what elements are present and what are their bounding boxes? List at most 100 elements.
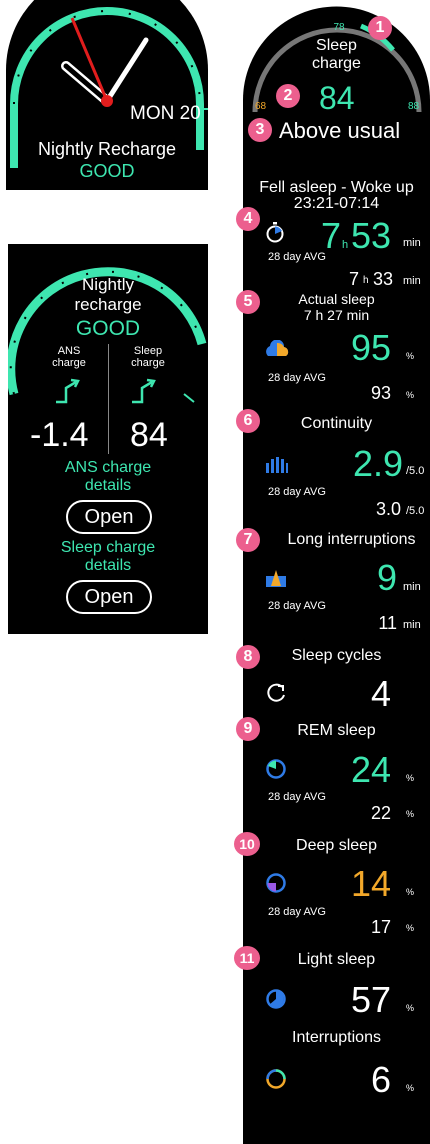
- light-unit: %: [406, 1003, 415, 1013]
- sleep-value: 84: [130, 416, 168, 454]
- continuity-avg-value: 3.0: [375, 499, 401, 519]
- rem-avg-unit: %: [406, 809, 415, 819]
- ans-details-label-1: ANS charge: [64, 459, 152, 476]
- sleep-charge-title-1: Sleep: [316, 37, 357, 54]
- continuity-label: Continuity: [300, 415, 373, 432]
- sleep-charge-label-1: Sleep: [133, 345, 163, 357]
- light-value: 57: [350, 979, 391, 1020]
- actual-sleep-value: 7 h 27 min: [303, 307, 370, 323]
- sleep-charge-status: Above usual: [279, 118, 401, 143]
- deep-sleep-icon: [266, 873, 286, 893]
- deep-sleep-label: Deep sleep: [296, 837, 377, 854]
- callout-badge-2: 2: [276, 84, 300, 108]
- ans-value: -1.4: [30, 416, 89, 454]
- interruptions-unit: %: [406, 1083, 415, 1093]
- watch-face-nightly-recharge: MON 20 Nightly Recharge GOOD: [6, 0, 208, 190]
- duration-avg-h: h: [363, 275, 369, 286]
- light-sleep-icon: [266, 989, 286, 1009]
- duration-avg-minutes: 33: [373, 269, 394, 289]
- sleep-charge-title-2: charge: [312, 55, 361, 72]
- interruptions-label: Interruptions: [292, 1029, 381, 1046]
- callout-badge-4: 4: [236, 207, 260, 231]
- rem-unit: %: [406, 773, 415, 783]
- actual-unit: %: [406, 351, 415, 361]
- nightly-status: GOOD: [75, 317, 141, 340]
- date-label: MON 20: [130, 103, 201, 124]
- duration-unit: min: [403, 237, 421, 249]
- continuity-icon: [266, 457, 288, 473]
- rem-sleep-label: REM sleep: [297, 722, 376, 739]
- duration-avg-unit: min: [403, 275, 421, 287]
- callout-badge-9: 9: [236, 717, 260, 741]
- duration-avg-label: 28 day AVG: [268, 251, 326, 263]
- sleep-cycles-label: Sleep cycles: [291, 647, 382, 664]
- open-ans-details-button[interactable]: Open: [66, 500, 152, 534]
- fell-asleep-label: Fell asleep - Woke up: [259, 179, 414, 196]
- nightly-recharge-title: Nightly Recharge: [37, 139, 177, 159]
- callout-badge-11: 11: [234, 946, 260, 970]
- callout-badge-7: 7: [236, 528, 260, 552]
- long-int-value: 9: [376, 557, 397, 598]
- continuity-avg-unit: /5.0: [406, 505, 425, 517]
- sleep-trend-up-icon: [132, 378, 156, 404]
- callout-badge-3: 3: [248, 118, 272, 142]
- gauge-left-value: 68: [255, 101, 267, 112]
- ans-charge-label-1: ANS: [57, 345, 81, 357]
- interruptions-icon: [266, 1069, 286, 1089]
- callout-badge-6: 6: [236, 409, 260, 433]
- nightly-recharge-status: GOOD: [79, 161, 135, 181]
- continuity-avg-label: 28 day AVG: [268, 486, 326, 498]
- duration-hours: 7: [321, 215, 342, 256]
- rem-avg-value: 22: [370, 803, 391, 823]
- open-sleep-details-button[interactable]: Open: [66, 580, 152, 614]
- long-interruptions-label: Long interruptions: [287, 531, 416, 548]
- deep-avg-unit: %: [406, 923, 415, 933]
- fell-asleep-time: 23:21-07:14: [293, 195, 380, 212]
- callout-badge-10: 10: [234, 832, 260, 856]
- sleep-details-label-1: Sleep charge: [60, 539, 156, 556]
- long-int-avg-value: 11: [378, 613, 397, 633]
- actual-sleep-icon: [266, 340, 289, 356]
- deep-avg-value: 17: [370, 917, 391, 937]
- long-interruptions-icon: [266, 570, 286, 587]
- rem-avg-label: 28 day AVG: [268, 791, 326, 803]
- sleep-charge-value: 84: [319, 80, 355, 116]
- sleep-details-label-2: details: [84, 557, 132, 574]
- sleep-cycles-value: 4: [370, 673, 391, 714]
- duration-minutes: 53: [351, 215, 392, 256]
- actual-avg-label: 28 day AVG: [268, 372, 326, 384]
- nightly-title-line1: Nightly: [82, 275, 134, 294]
- actual-value: 95: [350, 327, 391, 368]
- callout-badge-1: 1: [368, 16, 392, 40]
- deep-unit: %: [406, 887, 415, 897]
- long-int-unit: min: [403, 581, 421, 593]
- divider: [108, 344, 109, 454]
- nightly-recharge-details-screen: Nightly recharge GOOD ANS charge Sleep c…: [8, 244, 208, 634]
- ans-details-label-2: details: [84, 477, 132, 494]
- stopwatch-icon: [266, 222, 284, 243]
- nightly-title-line2: recharge: [74, 295, 142, 314]
- actual-sleep-label: Actual sleep: [298, 291, 375, 307]
- rem-value: 24: [350, 749, 391, 790]
- actual-avg-value: 93: [370, 383, 391, 403]
- gauge-top-value: 78: [333, 22, 345, 33]
- interruptions-value: 6: [370, 1059, 391, 1100]
- sleep-cycles-icon: [267, 683, 285, 702]
- callout-badge-5: 5: [236, 290, 260, 314]
- duration-h-unit: h: [342, 239, 349, 251]
- callout-badge-8: 8: [236, 645, 260, 669]
- long-int-avg-label: 28 day AVG: [268, 600, 326, 612]
- ans-charge-label-2: charge: [52, 357, 86, 369]
- deep-value: 14: [350, 863, 391, 904]
- long-int-avg-unit: min: [403, 619, 421, 631]
- gauge-right-value: 88: [408, 101, 420, 112]
- duration-avg-hours: 7: [349, 269, 360, 289]
- continuity-unit: /5.0: [406, 465, 425, 477]
- light-sleep-label: Light sleep: [297, 951, 376, 968]
- deep-avg-label: 28 day AVG: [268, 906, 326, 918]
- rem-sleep-icon: [266, 759, 286, 779]
- ans-trend-up-icon: [56, 378, 80, 404]
- continuity-value: 2.9: [352, 443, 403, 484]
- sleep-charge-label-2: charge: [131, 357, 165, 369]
- sleep-details-scroll-screen[interactable]: 78 68 88 Sleep charge 84 Above usual Fel…: [243, 0, 430, 1144]
